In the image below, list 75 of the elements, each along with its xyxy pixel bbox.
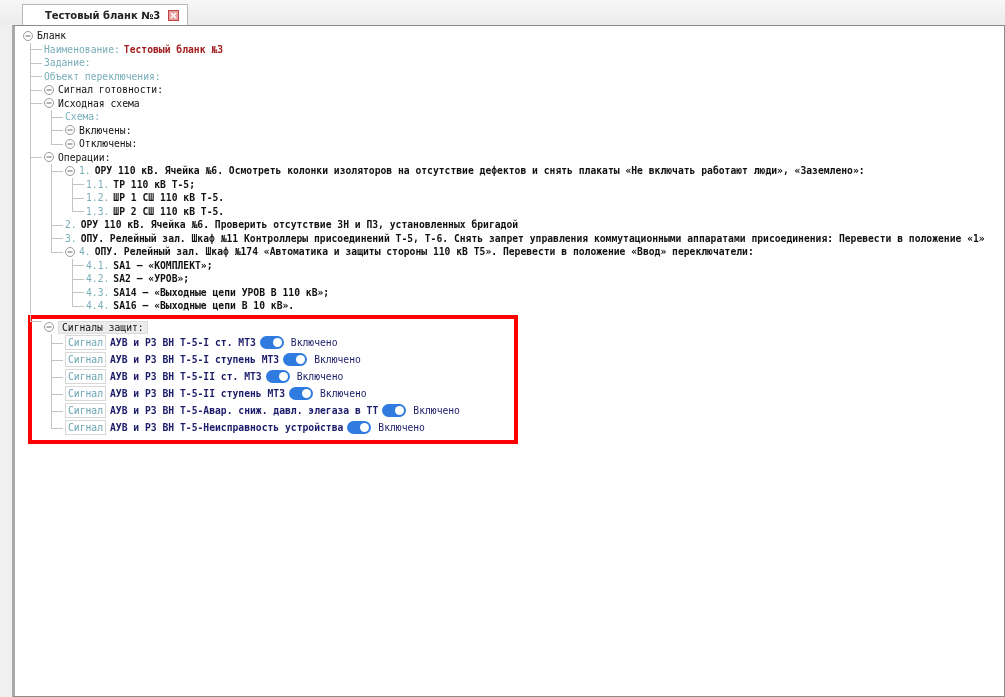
signal-name: АУВ и РЗ ВН Т-5-I ст. МТЗ bbox=[110, 337, 256, 348]
collapse-icon[interactable] bbox=[65, 246, 75, 257]
item-number: 4. bbox=[79, 246, 91, 258]
operation-text: SA2 – «УРОВ»; bbox=[113, 273, 190, 285]
operation-text: ОРУ 110 кВ. Ячейка №6. Проверить отсутствие ЗН и ПЗ, установленных бригадой bbox=[80, 219, 519, 231]
field-label: Задание: bbox=[44, 57, 91, 69]
collapse-icon[interactable] bbox=[23, 30, 33, 41]
tree-node-label[interactable]: Бланк bbox=[37, 30, 67, 42]
toggle-switch[interactable] bbox=[283, 353, 308, 366]
collapse-icon[interactable] bbox=[65, 165, 75, 176]
toggle-switch[interactable] bbox=[347, 421, 372, 434]
tree-node-label[interactable]: Включены: bbox=[79, 124, 132, 136]
operation-text: ШР 1 СШ 110 кВ Т-5. bbox=[113, 192, 225, 204]
state-label: Включено bbox=[290, 337, 338, 348]
toggle-switch[interactable] bbox=[382, 404, 407, 417]
signal-name: АУВ и РЗ ВН Т-5-Авар. сниж. давл. элегаза в ТТ bbox=[110, 405, 379, 416]
tree-connector bbox=[30, 314, 42, 323]
collapse-icon[interactable] bbox=[44, 152, 54, 163]
operation-text: SA1 – «КОМПЛЕКТ»; bbox=[113, 259, 213, 271]
signal-tag: Сигнал bbox=[65, 335, 106, 350]
item-number: 1.3. bbox=[86, 205, 110, 217]
item-number: 2. bbox=[65, 219, 77, 231]
tree-node-label[interactable]: Отключены: bbox=[79, 138, 138, 150]
tree-node-label[interactable]: Операции: bbox=[58, 151, 111, 163]
operation-text: ОРУ 110 кВ. Ячейка №6. Осмотреть колонки изоляторов на отсутствие дефектов и снять плакаты «Не включать работают люди», «Заземлено»: bbox=[94, 165, 865, 177]
operation-text: ТР 110 кВ Т-5; bbox=[113, 178, 195, 190]
signal-tag: Сигнал bbox=[65, 369, 106, 384]
state-label: Включено bbox=[413, 405, 460, 416]
toggle-switch[interactable] bbox=[289, 387, 313, 400]
operation-text: SA16 – «Выходные цепи В 10 кВ». bbox=[113, 300, 295, 312]
tree-node-label[interactable]: Сигнал готовности: bbox=[58, 84, 163, 96]
toggle-switch[interactable] bbox=[259, 336, 284, 349]
tree-node-label[interactable]: Сигналы защит: bbox=[58, 320, 148, 334]
field-label: Объект переключения: bbox=[44, 70, 161, 82]
document-tab[interactable]: Тестовый бланк №3 bbox=[22, 4, 189, 25]
signal-name: АУВ и РЗ ВН Т-5-Неисправность устройства bbox=[110, 422, 344, 433]
operation-text: ОПУ. Релейный зал. Шкаф №11 Контроллеры присоединений Т-5, Т-6. Снять запрет управления коммутационными аппаратами присоединения: Перевести в положение «1» bbox=[80, 232, 985, 244]
operation-text: SA14 – «Выходные цепи УРОВ В 110 кВ»; bbox=[113, 286, 330, 298]
signal-tag: Сигнал bbox=[65, 420, 106, 435]
item-number: 4.2. bbox=[86, 273, 110, 285]
signal-tag: Сигнал bbox=[65, 403, 106, 418]
item-number: 1.1. bbox=[86, 178, 110, 190]
field-label: Наименование: bbox=[44, 43, 120, 55]
collapse-icon[interactable] bbox=[65, 125, 75, 136]
state-label: Включено bbox=[320, 388, 367, 399]
tree-connector bbox=[51, 419, 63, 429]
collapse-icon[interactable] bbox=[44, 322, 54, 333]
toggle-switch[interactable] bbox=[265, 370, 290, 383]
state-label: Включено bbox=[378, 422, 425, 433]
item-number: 4.4. bbox=[86, 300, 110, 312]
field-label: Схема: bbox=[65, 111, 100, 123]
tree-node-label[interactable]: Исходная схема bbox=[58, 97, 140, 109]
item-number: 3. bbox=[65, 232, 77, 244]
item-number: 4.1. bbox=[86, 259, 110, 271]
item-number: 4.3. bbox=[86, 286, 110, 298]
collapse-icon[interactable] bbox=[65, 138, 75, 149]
item-number: 1.2. bbox=[86, 192, 110, 204]
item-number: 1. bbox=[79, 165, 91, 177]
signal-tag: Сигнал bbox=[65, 352, 106, 367]
close-icon[interactable] bbox=[168, 9, 180, 21]
tree-connector bbox=[72, 204, 84, 213]
collapse-icon[interactable] bbox=[44, 84, 54, 95]
tree-connector bbox=[51, 137, 63, 145]
state-label: Включено bbox=[314, 354, 361, 365]
field-value: Тестовый бланк №3 bbox=[123, 43, 223, 55]
state-label: Включено bbox=[296, 371, 344, 382]
signal-name: АУВ и РЗ ВН Т-5-II ступень МТЗ bbox=[110, 388, 285, 399]
collapse-icon[interactable] bbox=[44, 98, 54, 109]
operation-text: ОПУ. Релейный зал. Шкаф №174 «Автоматика и защиты стороны 110 кВ Т5». Перевести в положение «Ввод» переключатели: bbox=[94, 246, 754, 258]
tree-connector bbox=[72, 299, 84, 307]
signal-name: АУВ и РЗ ВН Т-5-I ступень МТЗ bbox=[110, 354, 280, 365]
operation-text: ШР 2 СШ 110 кВ Т-5. bbox=[113, 205, 225, 217]
signal-tag: Сигнал bbox=[65, 386, 106, 401]
signal-name: АУВ и РЗ ВН Т-5-II ст. МТЗ bbox=[110, 371, 262, 382]
tree-connector bbox=[51, 245, 63, 253]
